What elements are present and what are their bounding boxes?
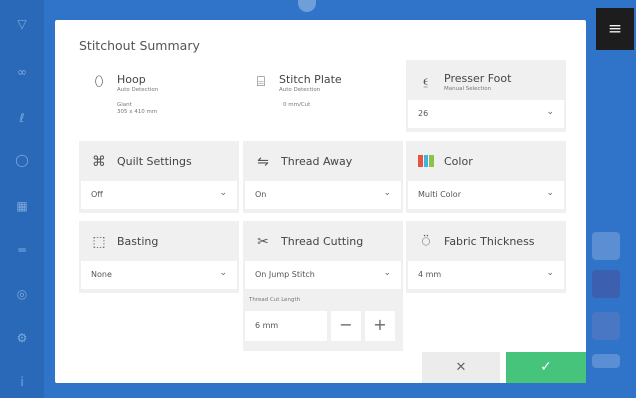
quilt-settings-select[interactable]: Off ⌄ — [81, 181, 237, 209]
dialog-title: Stitchout Summary — [79, 38, 200, 53]
quilt-icon: ⌘ — [92, 154, 106, 170]
increase-button[interactable]: + — [365, 311, 395, 341]
needle-icon[interactable]: ℓ — [12, 108, 32, 128]
swatch-green — [429, 155, 435, 167]
hoop-size-name: Giant — [117, 102, 132, 108]
scissors-icon: ✂ — [257, 234, 269, 250]
thread-away-title: Thread Away — [281, 155, 353, 168]
basting-title: Basting — [117, 235, 159, 248]
cancel-button[interactable]: ✕ — [422, 352, 500, 383]
presser-foot-title: Presser Foot — [444, 72, 512, 85]
menu-icon[interactable]: ≡ — [596, 8, 634, 50]
hoop-info: ⬯ Hoop Auto Detection Giant 305 x 410 mm — [79, 70, 239, 140]
presser-foot-select[interactable]: 26 ⌄ — [408, 100, 564, 128]
hoop-title: Hoop — [117, 73, 146, 86]
basting-icon: ⬚ — [92, 234, 106, 250]
stitchout-summary-dialog: Stitchout Summary ⬯ Hoop Auto Detection … — [55, 20, 586, 383]
hoop-size-dims: 305 x 410 mm — [117, 109, 158, 115]
decrease-button[interactable]: − — [331, 311, 361, 341]
chevron-down-icon: ⌄ — [219, 268, 227, 278]
quilt-settings-card: ⌘ Quilt Settings Off ⌄ — [79, 141, 239, 213]
grid-icon[interactable]: ▦ — [12, 196, 32, 216]
stitch-plate-icon: ⌸ — [256, 74, 266, 90]
thread-cutting-value: On Jump Stitch — [255, 270, 315, 279]
confirm-button[interactable]: ✓ — [506, 352, 586, 383]
stitch-plate-detail: 0 mm/Cut — [283, 102, 311, 108]
swatch-blue — [423, 155, 429, 167]
info-icon[interactable]: i — [12, 372, 32, 392]
basting-select[interactable]: None ⌄ — [81, 261, 237, 289]
background-tile — [592, 312, 620, 340]
thread-cutting-select[interactable]: On Jump Stitch ⌄ — [245, 261, 401, 289]
chevron-down-icon: ⌄ — [383, 188, 391, 198]
top-handle[interactable] — [298, 0, 316, 12]
presser-foot-icon: ⍷ — [421, 73, 431, 89]
color-card: Color Multi Color ⌄ — [406, 141, 566, 213]
quilt-settings-value: Off — [91, 190, 103, 199]
thread-cut-length-value: 6 mm — [255, 321, 279, 330]
fabric-thickness-value: 4 mm — [418, 270, 442, 279]
thread-cut-length-label: Thread Cut Length — [249, 297, 301, 303]
background-tile — [592, 270, 620, 298]
stitch-plate-subtitle: Auto Detection — [279, 87, 321, 93]
target-icon[interactable]: ◎ — [12, 284, 32, 304]
thread-away-value: On — [255, 190, 267, 199]
presser-foot-subtitle: Manual Selection — [444, 86, 492, 92]
background-tile — [592, 232, 620, 260]
fabric-thickness-select[interactable]: 4 mm ⌄ — [408, 261, 564, 289]
presser-foot-value: 26 — [418, 109, 429, 118]
color-select[interactable]: Multi Color ⌄ — [408, 181, 564, 209]
thread-away-select[interactable]: On ⌄ — [245, 181, 401, 209]
basting-card: ⬚ Basting None ⌄ — [79, 221, 239, 293]
quilt-settings-title: Quilt Settings — [117, 155, 192, 168]
thread-cutting-title: Thread Cutting — [281, 235, 364, 248]
chevron-down-icon: ⌄ — [383, 268, 391, 278]
fabric-thickness-title: Fabric Thickness — [444, 235, 535, 248]
presser-foot-card: ⍷ Presser Foot Manual Selection 26 ⌄ — [406, 60, 566, 132]
hoop-icon: ⬯ — [94, 74, 104, 90]
color-value: Multi Color — [418, 190, 461, 199]
fabric-thickness-icon: ⍥ — [421, 234, 431, 250]
stitch-pattern-icon[interactable]: ∞ — [12, 62, 32, 82]
ruler-icon[interactable]: ═ — [12, 240, 32, 260]
stitch-plate-title: Stitch Plate — [279, 73, 342, 86]
thread-cut-length-field[interactable]: 6 mm — [245, 311, 327, 341]
chevron-down-icon: ⌄ — [546, 107, 554, 117]
thread-away-icon: ⇋ — [257, 154, 269, 170]
fabric-thickness-card: ⍥ Fabric Thickness 4 mm ⌄ — [406, 221, 566, 293]
chevron-down-icon: ⌄ — [219, 188, 227, 198]
thread-cutting-card: ✂ Thread Cutting On Jump Stitch ⌄ Thread… — [243, 221, 403, 351]
color-palette-icon — [418, 155, 435, 167]
chevron-down-icon: ⌄ — [546, 188, 554, 198]
basting-value: None — [91, 270, 112, 279]
settings-icon[interactable]: ⚙ — [12, 328, 32, 348]
thread-away-card: ⇋ Thread Away On ⌄ — [243, 141, 403, 213]
color-title: Color — [444, 155, 473, 168]
funnel-icon[interactable]: ▽ — [12, 14, 32, 34]
chevron-down-icon: ⌄ — [546, 268, 554, 278]
background-tile — [592, 354, 620, 368]
stitch-plate-info: ⌸ Stitch Plate Auto Detection 0 mm/Cut — [245, 70, 405, 140]
hoop-icon[interactable]: ◯ — [12, 150, 32, 170]
left-toolbar: ▽ ∞ ℓ ◯ ▦ ═ ◎ ⚙ i — [0, 0, 44, 398]
hoop-subtitle: Auto Detection — [117, 87, 159, 93]
swatch-red — [418, 155, 423, 167]
